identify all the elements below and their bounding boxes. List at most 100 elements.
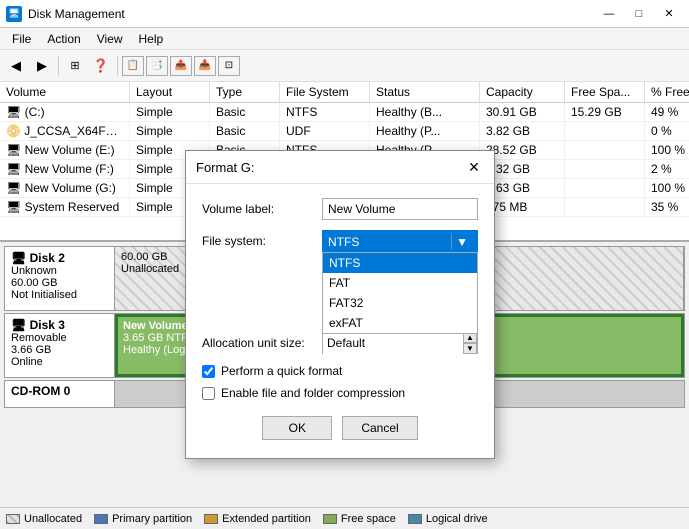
cdrom-info: CD-ROM 0 (5, 381, 115, 407)
col-header-fs[interactable]: File System (280, 82, 370, 102)
col-header-status[interactable]: Status (370, 82, 480, 102)
alloc-label: Allocation unit size: (202, 336, 322, 350)
toolbar-btn-6[interactable]: 📑 (146, 56, 168, 76)
dialog-buttons: OK Cancel (202, 408, 478, 444)
col-header-capacity[interactable]: Capacity (480, 82, 565, 102)
menu-view[interactable]: View (89, 30, 131, 48)
format-dialog: Format G: ✕ Volume label: File system: N… (185, 150, 495, 459)
cell-status: Healthy (B... (370, 103, 480, 121)
filesystem-row: File system: NTFS ▼ NTFS FAT FAT32 exFAT (202, 230, 478, 252)
cell-free (565, 160, 645, 178)
maximize-button[interactable]: □ (625, 4, 653, 24)
window-title: Disk Management (28, 7, 125, 21)
cell-capacity: 30.91 GB (480, 103, 565, 121)
dialog-close-button[interactable]: ✕ (464, 157, 484, 177)
toolbar-btn-5[interactable]: 📋 (122, 56, 144, 76)
cell-pct: 49 % (645, 103, 689, 121)
disk-2-size: 60.00 GB (11, 277, 108, 289)
disk-2-info: 🖥 Disk 2 Unknown 60.00 GB Not Initialise… (5, 247, 115, 310)
disk-3-type: Removable (11, 332, 108, 344)
fs-option-fat[interactable]: FAT (323, 273, 477, 293)
alloc-down-button[interactable]: ▼ (463, 343, 477, 354)
legend-bar: Unallocated Primary partition Extended p… (0, 507, 689, 529)
cell-free (565, 122, 645, 140)
window-controls[interactable]: — □ ✕ (595, 4, 683, 24)
filesystem-dropdown[interactable]: NTFS ▼ (322, 230, 478, 252)
cell-volume: 🖥 System Reserved (0, 198, 130, 216)
cell-volume: 🖥 (C:) (0, 103, 130, 121)
legend-primary-color (94, 514, 108, 524)
compression-label[interactable]: Enable file and folder compression (221, 386, 405, 400)
cell-volume: 🖥 New Volume (E:) (0, 141, 130, 159)
table-header: Volume Layout Type File System Status Ca… (0, 82, 689, 103)
cell-volume: 🖥 New Volume (F:) (0, 160, 130, 178)
cell-pct: 2 % (645, 160, 689, 178)
minimize-button[interactable]: — (595, 4, 623, 24)
filesystem-selected-value: NTFS (328, 235, 359, 249)
fs-option-ntfs[interactable]: NTFS (323, 253, 477, 273)
cell-free: 15.29 GB (565, 103, 645, 121)
fs-option-exfat[interactable]: exFAT (323, 313, 477, 333)
fs-option-fat32[interactable]: FAT32 (323, 293, 477, 313)
alloc-input[interactable] (323, 332, 463, 354)
disk-2-type: Unknown (11, 265, 108, 277)
filesystem-dropdown-list: NTFS FAT FAT32 exFAT (322, 252, 478, 334)
menu-action[interactable]: Action (39, 30, 88, 48)
legend-extended-label: Extended partition (222, 513, 311, 525)
ok-button[interactable]: OK (262, 416, 332, 440)
quick-format-label[interactable]: Perform a quick format (221, 364, 342, 378)
table-row[interactable]: 📀 J_CCSA_X64FRE_E... Simple Basic UDF He… (0, 122, 689, 141)
cell-type: Basic (210, 103, 280, 121)
toolbar-btn-4[interactable]: ❓ (89, 54, 113, 78)
menu-file[interactable]: File (4, 30, 39, 48)
legend-extended: Extended partition (204, 513, 311, 525)
quick-format-row: Perform a quick format (202, 364, 478, 378)
dialog-title-text: Format G: (196, 160, 255, 175)
disk-2-status: Not Initialised (11, 289, 108, 301)
volume-label-input[interactable] (322, 198, 478, 220)
cell-pct: 35 % (645, 198, 689, 216)
cell-layout: Simple (130, 122, 210, 140)
dialog-body: Volume label: File system: NTFS ▼ NTFS F… (186, 184, 494, 458)
app-icon: 🖥 (6, 6, 22, 22)
legend-extended-color (204, 514, 218, 524)
toolbar-separator-1 (58, 56, 59, 76)
dialog-title-bar: Format G: ✕ (186, 151, 494, 184)
col-header-volume[interactable]: Volume (0, 82, 130, 102)
cell-type: Basic (210, 122, 280, 140)
compression-checkbox[interactable] (202, 387, 215, 400)
legend-freespace-color (323, 514, 337, 524)
legend-logical: Logical drive (408, 513, 488, 525)
toolbar-btn-3[interactable]: ⊞ (63, 54, 87, 78)
volume-label-control (322, 198, 478, 220)
table-row[interactable]: 🖥 (C:) Simple Basic NTFS Healthy (B... 3… (0, 103, 689, 122)
legend-primary: Primary partition (94, 513, 192, 525)
close-button[interactable]: ✕ (655, 4, 683, 24)
filesystem-label: File system: (202, 234, 322, 248)
filesystem-arrow-btn[interactable]: ▼ (451, 233, 472, 250)
col-header-layout[interactable]: Layout (130, 82, 210, 102)
legend-freespace-label: Free space (341, 513, 396, 525)
back-button[interactable]: ◀ (4, 54, 28, 78)
dropdown-arrow-icon: ▼ (456, 235, 468, 249)
forward-button[interactable]: ▶ (30, 54, 54, 78)
title-bar: 🖥 Disk Management — □ ✕ (0, 0, 689, 28)
toolbar-btn-8[interactable]: 📥 (194, 56, 216, 76)
col-header-freepct[interactable]: % Free (645, 82, 689, 102)
alloc-control: ▲ ▼ (322, 332, 478, 354)
menu-help[interactable]: Help (131, 30, 172, 48)
alloc-input-container: ▲ ▼ (322, 332, 478, 354)
volume-label-label: Volume label: (202, 202, 322, 216)
cell-fs: NTFS (280, 103, 370, 121)
cell-volume: 📀 J_CCSA_X64FRE_E... (0, 122, 130, 140)
col-header-freespace[interactable]: Free Spa... (565, 82, 645, 102)
cancel-button[interactable]: Cancel (342, 416, 417, 440)
toolbar-btn-7[interactable]: 📤 (170, 56, 192, 76)
col-header-type[interactable]: Type (210, 82, 280, 102)
toolbar-btn-9[interactable]: ⊡ (218, 56, 240, 76)
menu-bar: File Action View Help (0, 28, 689, 50)
legend-unallocated: Unallocated (6, 513, 82, 525)
quick-format-checkbox[interactable] (202, 365, 215, 378)
legend-logical-color (408, 514, 422, 524)
legend-freespace: Free space (323, 513, 396, 525)
